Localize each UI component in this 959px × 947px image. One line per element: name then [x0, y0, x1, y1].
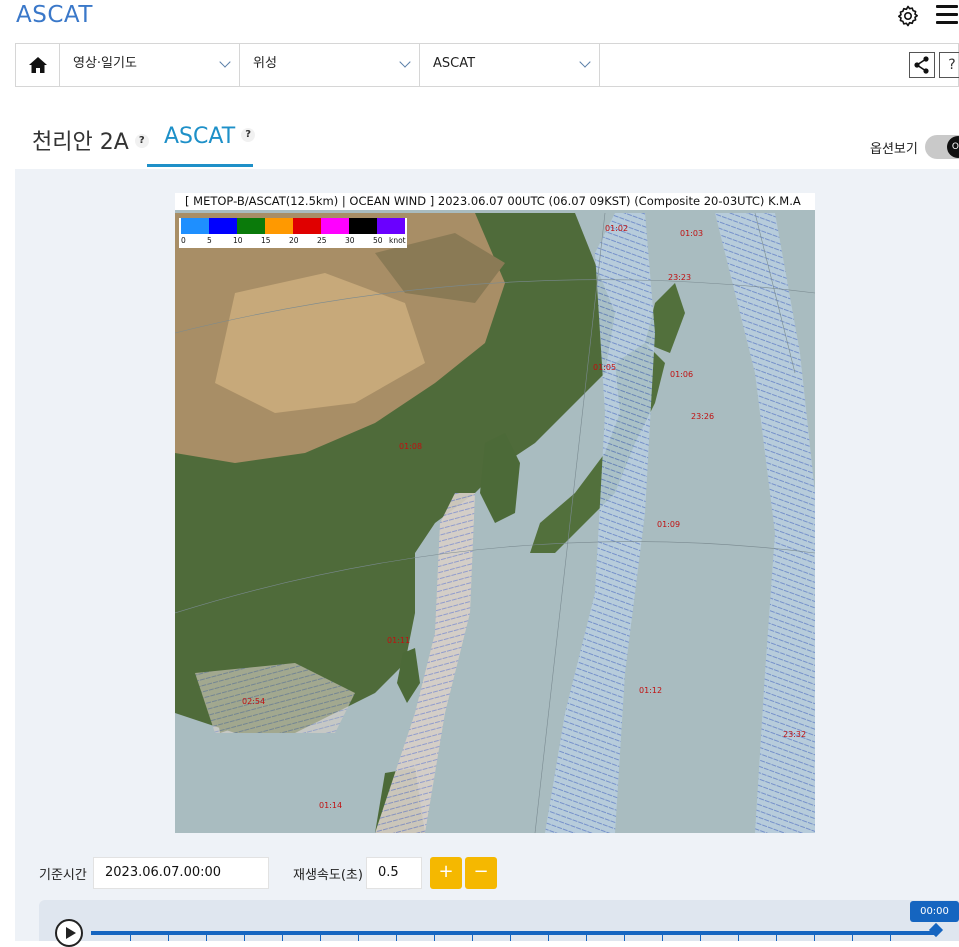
timeline-tick: [510, 935, 511, 941]
pass-time-label: 23:26: [691, 412, 715, 421]
play-button[interactable]: [55, 919, 83, 947]
timeline-tick: [358, 935, 359, 941]
tab-ascat-label: ASCAT: [164, 124, 236, 149]
timeline-tick: [548, 935, 549, 941]
subcategory-select[interactable]: 위성: [240, 44, 420, 86]
share-button[interactable]: [909, 52, 935, 78]
breadcrumb-nav: 영상·일기도 위성 ASCAT ?: [15, 43, 959, 87]
satellite-map-image: [175, 193, 815, 833]
pass-time-label: 23:23: [668, 273, 692, 282]
legend-swatch: [209, 218, 237, 234]
tab-ascat-help-icon[interactable]: ?: [241, 128, 256, 142]
timeline-tick: [168, 935, 169, 941]
legend-swatch: [293, 218, 321, 234]
base-time-label: 기준시간: [39, 868, 87, 883]
timeline-tick: [586, 935, 587, 941]
legend-swatch: [349, 218, 377, 234]
timeline-tick: [624, 935, 625, 941]
legend-label: 0: [181, 236, 186, 245]
timeline-tick: [244, 935, 245, 941]
timeline-tick: [776, 935, 777, 941]
map-header: [ METOP-B/ASCAT(12.5km) | OCEAN WIND ] 2…: [175, 193, 815, 210]
timeline-tick: [890, 935, 891, 941]
timeline-track[interactable]: [91, 931, 936, 935]
active-tab-indicator: [147, 164, 253, 167]
legend-label: 15: [261, 236, 271, 245]
pass-time-label: 01:14: [319, 801, 343, 810]
pass-time-label: 01:05: [593, 363, 617, 372]
timeline-tick: [396, 935, 397, 941]
speed-decrease-button[interactable]: −: [465, 857, 497, 889]
pass-time-label: 01:12: [639, 686, 663, 695]
share-icon: [914, 56, 929, 74]
tab-gk2a[interactable]: 천리안 2A?: [32, 124, 149, 156]
ascat-wind-map: [ METOP-B/ASCAT(12.5km) | OCEAN WIND ] 2…: [175, 193, 815, 833]
timeline-tick: [662, 935, 663, 941]
option-view-label: 옵션보기: [870, 142, 918, 157]
base-time-input[interactable]: 2023.06.07.00:00: [93, 857, 269, 889]
legend-label: 5: [207, 236, 212, 245]
settings-gear-icon[interactable]: [896, 4, 920, 28]
hamburger-menu-icon[interactable]: [936, 5, 958, 25]
play-speed-input[interactable]: 0.5: [366, 857, 422, 889]
legend-unit: knot: [389, 236, 406, 245]
legend-swatch: [237, 218, 265, 234]
app-title[interactable]: ASCAT: [16, 2, 93, 28]
pass-time-label: 01:06: [670, 370, 694, 379]
tab-gk2a-help-icon[interactable]: ?: [134, 134, 149, 148]
legend-swatch: [265, 218, 293, 234]
tab-gk2a-label: 천리안 2A: [32, 130, 129, 155]
category-select[interactable]: 영상·일기도: [60, 44, 240, 86]
timeline-tick: [434, 935, 435, 941]
pass-time-label: 01:09: [657, 520, 681, 529]
top-bar: ASCAT: [0, 0, 959, 44]
timeline-tick: [282, 935, 283, 941]
legend-label: 25: [317, 236, 327, 245]
legend-swatch: [321, 218, 349, 234]
legend-label: 20: [289, 236, 299, 245]
pass-time-label: 01:03: [680, 229, 704, 238]
subcategory-select-value: 위성: [253, 56, 277, 71]
toggle-knob: OF: [947, 136, 959, 158]
timeline-tick: [206, 935, 207, 941]
legend-label: 10: [233, 236, 243, 245]
tab-ascat[interactable]: ASCAT?: [164, 124, 256, 149]
product-select[interactable]: ASCAT: [420, 44, 600, 86]
timeline-tick: [852, 935, 853, 941]
timeline-tick: [472, 935, 473, 941]
pass-time-label: 01:11: [387, 636, 411, 645]
play-speed-label: 재생속도(초): [293, 868, 363, 883]
pass-time-label: 02:54: [242, 697, 266, 706]
timeline-tick: [738, 935, 739, 941]
legend-swatch: [377, 218, 405, 234]
legend-label: 30: [345, 236, 355, 245]
timeline-tick: [320, 935, 321, 941]
wind-speed-legend: 0 5 10 15 20 25 30 50 knot: [179, 218, 407, 248]
category-select-value: 영상·일기도: [73, 56, 137, 71]
pass-time-label: 23:32: [783, 730, 807, 739]
option-view-toggle[interactable]: OF: [925, 135, 959, 159]
tab-bar: 천리안 2A? ASCAT? 옵션보기 OF: [0, 118, 959, 170]
pass-time-label: 01:02: [605, 224, 629, 233]
home-icon[interactable]: [16, 44, 60, 86]
timeline-tick: [814, 935, 815, 941]
current-time-bubble: 00:00: [910, 901, 959, 922]
timeline-tick: [700, 935, 701, 941]
speed-increase-button[interactable]: +: [430, 857, 462, 889]
timeline-tick: [130, 935, 131, 941]
legend-swatch: [181, 218, 209, 234]
product-select-value: ASCAT: [433, 56, 476, 71]
pass-time-label: 01:08: [399, 442, 423, 451]
chevron-down-icon: [399, 56, 411, 68]
chevron-down-icon: [219, 56, 231, 68]
legend-label: 50: [373, 236, 383, 245]
help-button[interactable]: ?: [939, 52, 959, 78]
chevron-down-icon: [579, 56, 591, 68]
